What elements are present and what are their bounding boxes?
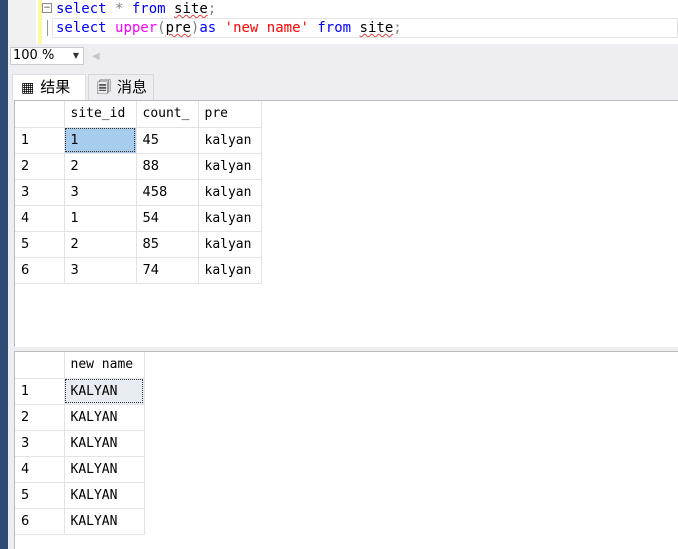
table-cell[interactable]: kalyan bbox=[198, 257, 262, 284]
row-number[interactable]: 2 bbox=[15, 404, 65, 431]
column-header[interactable]: pre bbox=[198, 101, 262, 128]
table-row[interactable]: 6 3 74 kalyan bbox=[15, 257, 262, 284]
zoom-value: 100 % bbox=[13, 48, 55, 63]
table-cell[interactable]: KALYAN bbox=[64, 404, 145, 431]
column-header[interactable]: new name bbox=[64, 352, 145, 379]
messages-icon: 🗐 bbox=[97, 80, 111, 96]
semicolon: ; bbox=[207, 1, 217, 17]
table-cell[interactable]: 1 bbox=[64, 205, 137, 232]
table-row[interactable]: 2 KALYAN bbox=[15, 404, 145, 431]
code-line-1[interactable]: select * from site; bbox=[56, 0, 216, 18]
table-cell[interactable]: 458 bbox=[136, 179, 199, 206]
table-cell[interactable]: kalyan bbox=[198, 127, 262, 154]
corner-cell[interactable] bbox=[15, 352, 65, 379]
table-cell[interactable]: KALYAN bbox=[64, 430, 145, 457]
results-grid-2[interactable]: new name 1 KALYAN 2 KALYAN 3 KALYAN 4 KALYAN 5 KA… bbox=[14, 351, 678, 549]
table-row[interactable]: 4 1 54 kalyan bbox=[15, 205, 262, 232]
scroll-left-icon[interactable]: ◀ bbox=[92, 51, 100, 62]
table-row[interactable]: 6 KALYAN bbox=[15, 508, 145, 535]
column-header[interactable]: site_id bbox=[64, 101, 137, 128]
function: upper bbox=[115, 20, 158, 36]
table-row[interactable]: 5 2 85 kalyan bbox=[15, 231, 262, 258]
tab-results[interactable]: ▦ 结果 bbox=[12, 74, 86, 100]
table-cell[interactable]: 45 bbox=[136, 127, 199, 154]
tab-messages[interactable]: 🗐 消息 bbox=[88, 74, 154, 100]
string-literal: 'new name' bbox=[224, 20, 309, 36]
keyword: as bbox=[199, 20, 217, 36]
keyword: select bbox=[56, 1, 107, 17]
table-cell[interactable]: kalyan bbox=[198, 205, 262, 232]
table-cell[interactable]: KALYAN bbox=[64, 508, 145, 535]
results-grid-1[interactable]: site_id count_ pre 1 1 45 kalyan 2 2 88 kalyan 3… bbox=[14, 100, 678, 347]
corner-cell[interactable] bbox=[15, 101, 65, 128]
table-cell[interactable]: 2 bbox=[64, 231, 137, 258]
table-cell[interactable]: 85 bbox=[136, 231, 199, 258]
row-number[interactable]: 6 bbox=[15, 508, 65, 535]
table-name: site bbox=[359, 20, 394, 36]
query-editor[interactable]: − select * from site; select upper(pre)a… bbox=[8, 0, 678, 44]
row-number[interactable]: 4 bbox=[15, 456, 65, 483]
table-cell[interactable]: 1 bbox=[64, 127, 137, 154]
table-cell[interactable]: 88 bbox=[136, 153, 199, 180]
table-cell[interactable]: 2 bbox=[64, 153, 137, 180]
row-number[interactable]: 1 bbox=[15, 378, 65, 405]
table-cell[interactable]: kalyan bbox=[198, 231, 262, 258]
table-cell[interactable]: KALYAN bbox=[64, 378, 145, 405]
code-line-2[interactable]: select upper(pre)as 'new name' from site… bbox=[56, 19, 402, 37]
editor-gutter bbox=[8, 0, 36, 44]
column-name: pre bbox=[165, 20, 191, 36]
table-cell[interactable]: 54 bbox=[136, 205, 199, 232]
table-row[interactable]: 4 KALYAN bbox=[15, 456, 145, 483]
chevron-down-icon: ▼ bbox=[72, 51, 79, 60]
table-cell[interactable]: 74 bbox=[136, 257, 199, 284]
tab-label: 消息 bbox=[117, 78, 148, 96]
table-row[interactable]: 5 KALYAN bbox=[15, 482, 145, 509]
collapse-icon[interactable]: − bbox=[42, 3, 52, 13]
table-cell[interactable]: kalyan bbox=[198, 153, 262, 180]
row-number[interactable]: 5 bbox=[15, 231, 65, 258]
table-row[interactable]: 3 3 458 kalyan bbox=[15, 179, 262, 206]
header-row: site_id count_ pre bbox=[15, 101, 262, 128]
keyword: select bbox=[56, 20, 107, 36]
window-edge bbox=[0, 0, 8, 549]
table-row[interactable]: 1 KALYAN bbox=[15, 378, 145, 405]
table-row[interactable]: 3 KALYAN bbox=[15, 430, 145, 457]
row-number[interactable]: 4 bbox=[15, 205, 65, 232]
table-name: site bbox=[174, 1, 208, 17]
header-row: new name bbox=[15, 352, 145, 379]
table-row[interactable]: 2 2 88 kalyan bbox=[15, 153, 262, 180]
table-row[interactable]: 1 1 45 kalyan bbox=[15, 127, 262, 154]
paren: ( bbox=[157, 20, 166, 36]
row-number[interactable]: 3 bbox=[15, 430, 65, 457]
row-number[interactable]: 3 bbox=[15, 179, 65, 206]
keyword: from bbox=[131, 1, 166, 17]
tab-label: 结果 bbox=[40, 78, 71, 96]
row-number[interactable]: 5 bbox=[15, 482, 65, 509]
keyword: from bbox=[317, 20, 352, 36]
row-number[interactable]: 6 bbox=[15, 257, 65, 284]
table-cell[interactable]: kalyan bbox=[198, 179, 262, 206]
table-cell[interactable]: 3 bbox=[64, 257, 137, 284]
grid-icon: ▦ bbox=[21, 80, 35, 96]
row-number[interactable]: 2 bbox=[15, 153, 65, 180]
column-header[interactable]: count_ bbox=[136, 101, 199, 128]
zoom-dropdown[interactable]: 100 % ▼ bbox=[10, 47, 84, 65]
fold-line bbox=[47, 20, 48, 36]
table-cell[interactable]: KALYAN bbox=[64, 482, 145, 509]
semicolon: ; bbox=[393, 20, 402, 36]
operator: * bbox=[106, 1, 132, 17]
editor-status-bar: 100 % ▼ ◀ bbox=[8, 44, 678, 68]
row-number[interactable]: 1 bbox=[15, 127, 65, 154]
table-cell[interactable]: KALYAN bbox=[64, 456, 145, 483]
table-cell[interactable]: 3 bbox=[64, 179, 137, 206]
